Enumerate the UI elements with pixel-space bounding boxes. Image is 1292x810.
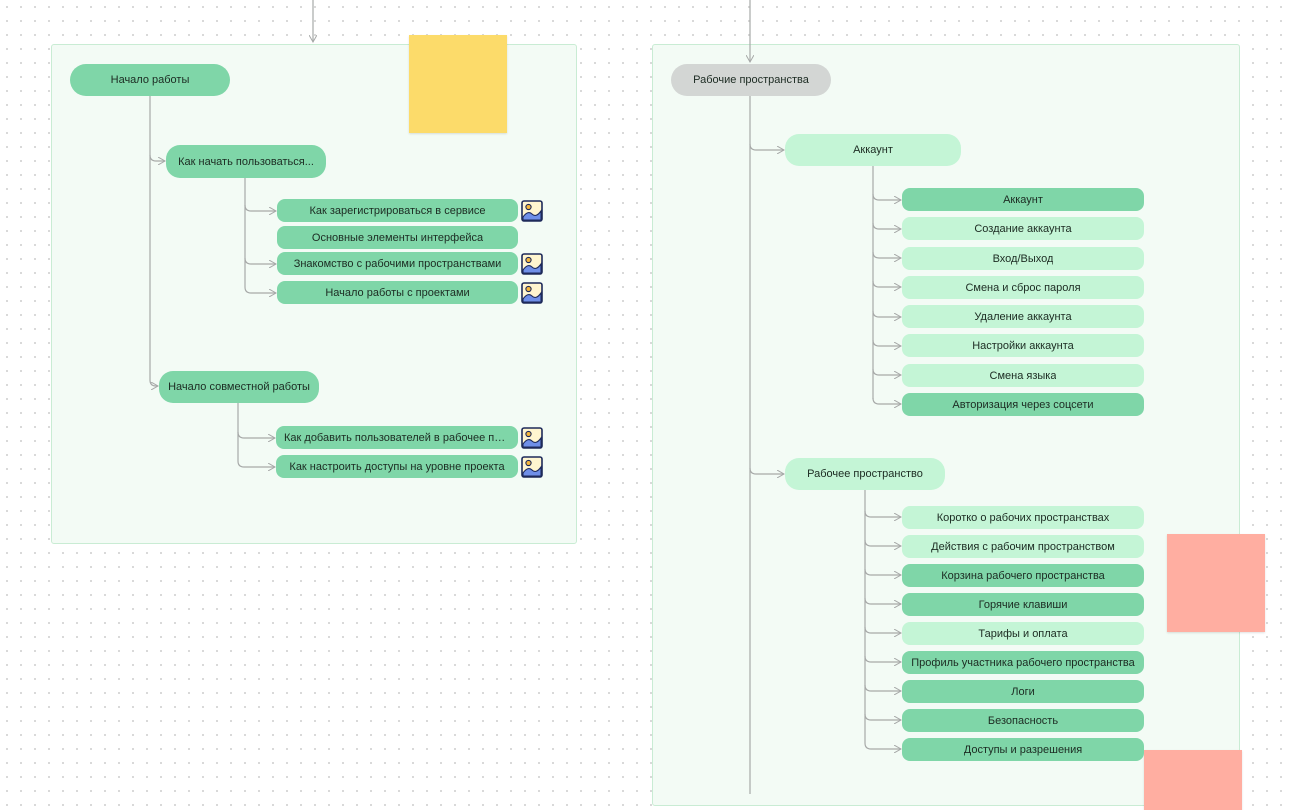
node-leaf[interactable]: Коротко о рабочих пространствах xyxy=(902,506,1144,529)
node-leaf[interactable]: Настройки аккаунта xyxy=(902,334,1144,357)
node-leaf[interactable]: Как зарегистрироваться в сервисе xyxy=(277,199,518,222)
node-label: Профиль участника рабочего пространства xyxy=(911,656,1135,669)
node-how-to-start[interactable]: Как начать пользоваться... xyxy=(166,145,326,178)
node-label: Создание аккаунта xyxy=(974,222,1072,235)
node-label: Начало работы с проектами xyxy=(325,286,470,299)
node-label: Тарифы и оплата xyxy=(978,627,1068,640)
node-collaboration[interactable]: Начало совместной работы xyxy=(159,371,319,403)
node-leaf[interactable]: Основные элементы интерфейса xyxy=(277,226,518,249)
node-leaf[interactable]: Действия с рабочим пространством xyxy=(902,535,1144,558)
node-leaf[interactable]: Логи xyxy=(902,680,1144,703)
node-leaf[interactable]: Как добавить пользователей в рабочее про… xyxy=(276,426,518,449)
node-label: Начало работы xyxy=(110,74,190,86)
node-label: Рабочее пространство xyxy=(807,468,923,480)
node-label: Аккаунт xyxy=(853,144,893,156)
node-label: Основные элементы интерфейса xyxy=(311,231,484,244)
node-leaf[interactable]: Доступы и разрешения xyxy=(902,738,1144,761)
node-leaf[interactable]: Как настроить доступы на уровне проекта xyxy=(276,455,518,478)
node-label: Как добавить пользователей в рабочее про… xyxy=(284,431,510,444)
node-label: Безопасность xyxy=(987,714,1059,727)
node-leaf[interactable]: Тарифы и оплата xyxy=(902,622,1144,645)
node-label: Удаление аккаунта xyxy=(974,310,1072,323)
node-label: Горячие клавиши xyxy=(978,598,1068,611)
image-icon[interactable] xyxy=(521,200,543,222)
node-label: Рабочие пространства xyxy=(693,74,809,86)
node-leaf[interactable]: Профиль участника рабочего пространства xyxy=(902,651,1144,674)
image-icon[interactable] xyxy=(521,253,543,275)
sticky-note-salmon[interactable] xyxy=(1167,534,1265,632)
node-label: Смена и сброс пароля xyxy=(965,281,1081,294)
image-icon[interactable] xyxy=(521,456,543,478)
node-workspace-group[interactable]: Рабочее пространство xyxy=(785,458,945,490)
node-leaf[interactable]: Безопасность xyxy=(902,709,1144,732)
node-label: Авторизация через соцсети xyxy=(952,398,1094,411)
node-label: Смена языка xyxy=(989,369,1057,382)
node-leaf[interactable]: Корзина рабочего пространства xyxy=(902,564,1144,587)
node-label: Коротко о рабочих пространствах xyxy=(936,511,1110,524)
node-root-workspaces[interactable]: Рабочие пространства xyxy=(671,64,831,96)
node-leaf[interactable]: Вход/Выход xyxy=(902,247,1144,270)
node-account-group[interactable]: Аккаунт xyxy=(785,134,961,166)
sticky-note-yellow[interactable] xyxy=(409,35,507,133)
node-label: Как начать пользоваться... xyxy=(178,155,314,168)
node-leaf[interactable]: Смена языка xyxy=(902,364,1144,387)
node-leaf[interactable]: Удаление аккаунта xyxy=(902,305,1144,328)
image-icon[interactable] xyxy=(521,427,543,449)
node-root-getting-started[interactable]: Начало работы xyxy=(70,64,230,96)
node-leaf[interactable]: Создание аккаунта xyxy=(902,217,1144,240)
image-icon[interactable] xyxy=(521,282,543,304)
node-label: Аккаунт xyxy=(1003,193,1043,206)
node-label: Начало совместной работы xyxy=(168,381,310,393)
node-label: Знакомство с рабочими пространствами xyxy=(293,257,502,270)
node-leaf[interactable]: Знакомство с рабочими пространствами xyxy=(277,252,518,275)
node-leaf[interactable]: Начало работы с проектами xyxy=(277,281,518,304)
node-label: Логи xyxy=(1011,685,1035,698)
node-label: Как зарегистрироваться в сервисе xyxy=(309,204,486,217)
node-label: Доступы и разрешения xyxy=(963,743,1083,756)
node-leaf[interactable]: Авторизация через соцсети xyxy=(902,393,1144,416)
node-label: Вход/Выход xyxy=(992,252,1054,265)
sticky-note-salmon-bottom[interactable] xyxy=(1144,750,1242,810)
node-label: Как настроить доступы на уровне проекта xyxy=(289,460,505,473)
node-leaf[interactable]: Смена и сброс пароля xyxy=(902,276,1144,299)
node-leaf[interactable]: Аккаунт xyxy=(902,188,1144,211)
node-leaf[interactable]: Горячие клавиши xyxy=(902,593,1144,616)
node-label: Корзина рабочего пространства xyxy=(941,569,1105,582)
node-label: Действия с рабочим пространством xyxy=(931,540,1115,553)
node-label: Настройки аккаунта xyxy=(972,339,1074,352)
